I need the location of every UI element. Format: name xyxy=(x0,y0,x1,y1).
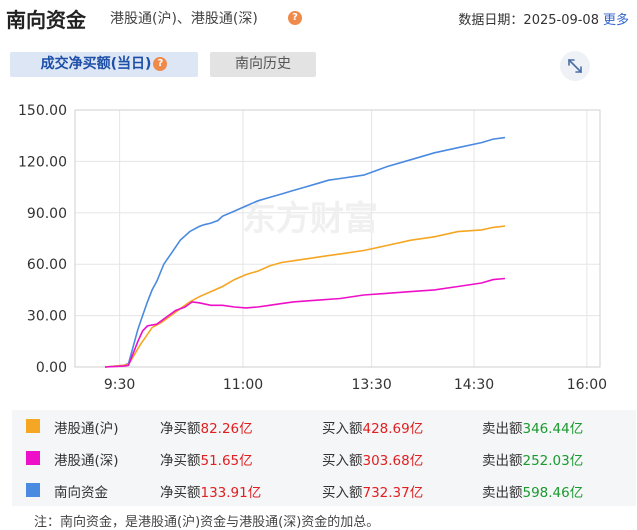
legend-name: 南向资金 xyxy=(54,485,108,501)
y-tick-label: 0.00 xyxy=(36,360,67,376)
tab-label: 成交净买额(当日) xyxy=(40,56,152,72)
x-tick-label: 16:00 xyxy=(567,377,607,392)
legend-swatch xyxy=(26,451,40,465)
x-tick-label: 11:00 xyxy=(223,377,263,392)
legend-net: 净买额133.91亿 xyxy=(160,485,262,501)
more-link[interactable]: 更多 xyxy=(603,13,629,28)
series-line xyxy=(104,277,506,368)
y-tick-label: 120.00 xyxy=(18,154,67,170)
legend-sell: 卖出额598.46亿 xyxy=(482,485,584,501)
page-title: 南向资金 xyxy=(6,8,86,32)
footnote: 注：南向资金，是港股通(沪)资金与港股通(深)资金的加总。 xyxy=(34,515,380,530)
legend-sell: 卖出额346.44亿 xyxy=(482,421,584,437)
x-tick-label: 13:30 xyxy=(351,377,391,392)
legend-name: 港股通(沪) xyxy=(54,421,119,437)
legend-buy: 买入额732.37亿 xyxy=(322,485,424,501)
page-subtitle: 港股通(沪)、港股通(深) ? xyxy=(110,8,302,28)
date-value: 2025-09-08 xyxy=(523,13,599,28)
legend-table: 港股通(沪) 净买额82.26亿 买入额428.69亿 卖出额346.44亿 港… xyxy=(12,410,636,506)
legend-row-shen: 港股通(深) 净买额51.65亿 买入额303.68亿 卖出额252.03亿 xyxy=(12,442,636,474)
tab-net-buy-today[interactable]: 成交净买额(当日)? xyxy=(10,52,198,77)
help-icon[interactable]: ? xyxy=(288,11,302,25)
legend-row-hu: 港股通(沪) 净买额82.26亿 买入额428.69亿 卖出额346.44亿 xyxy=(12,410,636,442)
date-label: 数据日期： xyxy=(458,13,524,28)
legend-swatch xyxy=(26,419,40,433)
legend-buy: 买入额303.68亿 xyxy=(322,453,424,469)
legend-sell: 卖出额252.03亿 xyxy=(482,453,584,469)
help-icon[interactable]: ? xyxy=(153,57,168,71)
legend-net: 净买额51.65亿 xyxy=(160,453,253,469)
legend-swatch xyxy=(26,483,40,497)
y-tick-label: 90.00 xyxy=(27,206,67,222)
x-tick-label: 14:30 xyxy=(454,377,494,392)
tab-label: 南向历史 xyxy=(235,56,291,72)
data-date: 数据日期：2025-09-08 更多 xyxy=(458,9,629,28)
header: 南向资金 港股通(沪)、港股通(深) ? 数据日期：2025-09-08 更多 xyxy=(0,0,637,36)
expand-button[interactable] xyxy=(560,51,590,81)
x-tick-label: 9:30 xyxy=(104,377,135,392)
watermark: 东方财富 xyxy=(242,199,378,239)
series-line xyxy=(104,136,506,368)
subtitle-text: 港股通(沪)、港股通(深) xyxy=(110,11,258,27)
expand-icon xyxy=(568,59,582,73)
net-buy-chart: 150.00 120.00 90.00 60.00 30.00 0.00 9:30 11:00… xyxy=(18,103,607,392)
legend-name: 港股通(深) xyxy=(54,453,119,469)
tab-southbound-history[interactable]: 南向历史 xyxy=(210,52,316,77)
y-tick-label: 150.00 xyxy=(18,103,67,119)
legend-row-total: 南向资金 净买额133.91亿 买入额732.37亿 卖出额598.46亿 xyxy=(12,474,636,506)
series-line xyxy=(104,225,506,368)
y-tick-label: 60.00 xyxy=(27,257,67,273)
legend-buy: 买入额428.69亿 xyxy=(322,421,424,437)
legend-net: 净买额82.26亿 xyxy=(160,421,253,437)
y-tick-label: 30.00 xyxy=(27,309,67,325)
